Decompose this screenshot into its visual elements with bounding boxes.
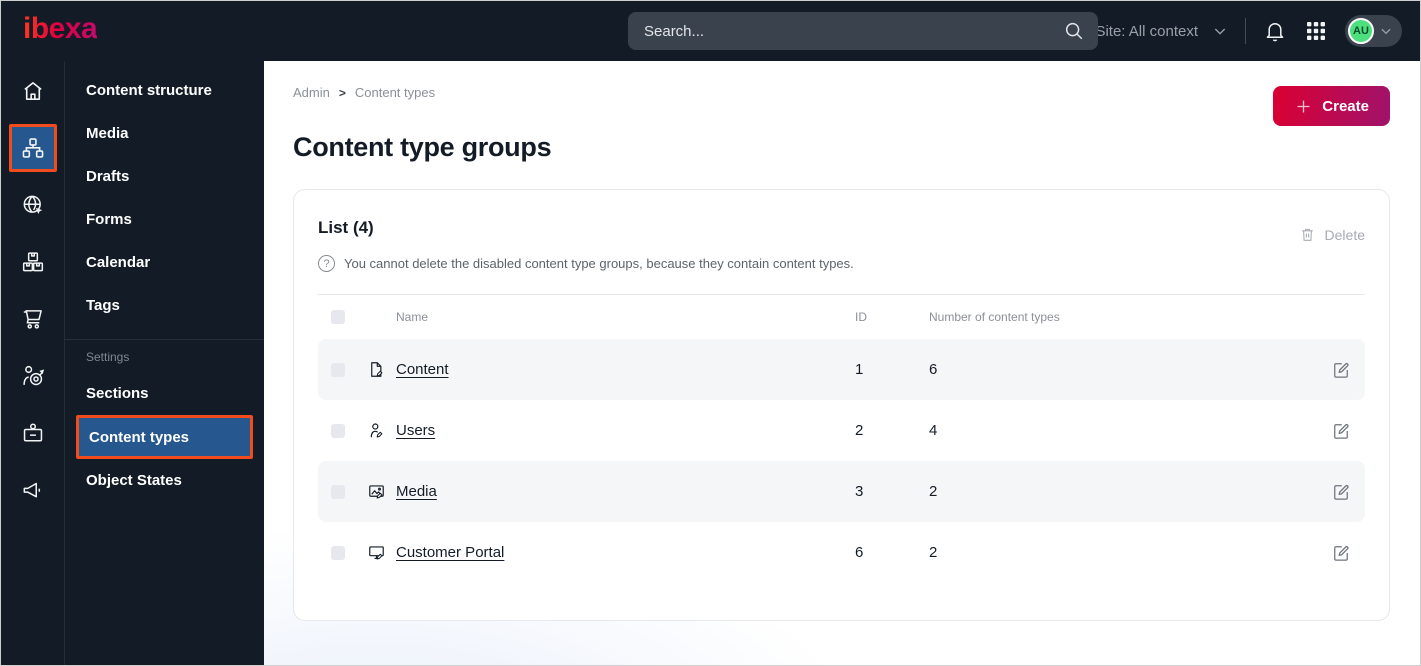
table-row-users: Users 2 4: [318, 400, 1365, 461]
customer-portal-monitor-icon: [367, 543, 386, 562]
row-checkbox[interactable]: [331, 484, 345, 499]
site-context-label: Site: All context: [1095, 22, 1198, 40]
sidebar-item-calendar[interactable]: Calendar: [65, 241, 264, 284]
sidebar-item-media[interactable]: Media: [65, 112, 264, 155]
card-header: List (4) Delete: [318, 212, 1365, 243]
breadcrumb-content-types: Content types: [354, 85, 436, 100]
chevron-down-icon: [1379, 24, 1393, 38]
row-id: 1: [855, 361, 864, 378]
globe-cursor-icon: [20, 192, 46, 218]
content-file-icon: [367, 360, 386, 379]
sitemap-icon: [20, 135, 46, 161]
search-input[interactable]: [628, 12, 1098, 50]
boxes-icon: [20, 249, 46, 275]
breadcrumb: Admin > Content types: [293, 85, 1390, 100]
trash-icon: [1301, 228, 1313, 241]
ibexa-logo[interactable]: ibexa: [23, 14, 98, 48]
row-id: 3: [855, 483, 864, 500]
shopping-cart-icon: [20, 306, 46, 332]
global-search: [628, 12, 1098, 50]
edit-button[interactable]: [1331, 360, 1351, 380]
edit-button[interactable]: [1331, 543, 1351, 563]
topbar-right-cluster: Site: All context AU: [1063, 15, 1402, 47]
sidebar-item-object-states[interactable]: Object States: [65, 459, 264, 502]
row-checkbox[interactable]: [331, 362, 345, 377]
breadcrumb-admin[interactable]: Admin: [293, 85, 330, 100]
column-id: ID: [855, 310, 867, 324]
sidebar-item-content-types[interactable]: Content types: [76, 415, 253, 459]
table-row-media: Media 3 2: [318, 461, 1365, 522]
rail-item-home[interactable]: [9, 67, 57, 115]
sidebar-item-content-structure[interactable]: Content structure: [65, 69, 264, 112]
delete-button-label: Delete: [1324, 226, 1365, 243]
row-link-users[interactable]: Users: [396, 422, 855, 439]
create-button[interactable]: Create: [1273, 86, 1390, 126]
topbar: ibexa Site: All context: [1, 1, 1420, 61]
home-icon: [20, 78, 46, 104]
select-all-checkbox[interactable]: [331, 310, 345, 324]
body-layout: Content structure Media Drafts Forms Cal…: [1, 61, 1420, 665]
edit-button[interactable]: [1331, 421, 1351, 441]
rail-item-content-structure[interactable]: [8, 124, 57, 172]
info-text: You cannot delete the disabled content t…: [344, 256, 854, 271]
sidebar-divider: [65, 339, 264, 340]
page-title: Content type groups: [293, 132, 552, 162]
row-link-media[interactable]: Media: [396, 483, 855, 500]
row-count: 2: [929, 483, 938, 500]
rail-item-marketing[interactable]: [9, 466, 57, 514]
row-checkbox[interactable]: [331, 423, 345, 438]
breadcrumb-separator: >: [338, 85, 346, 100]
table-row-customer-portal: Customer Portal 6 2: [318, 522, 1365, 583]
row-link-content[interactable]: Content: [396, 361, 855, 378]
plus-icon: [1297, 100, 1310, 112]
user-menu[interactable]: AU: [1345, 15, 1402, 47]
rail-item-admin[interactable]: [9, 409, 57, 457]
row-link-customer-portal[interactable]: Customer Portal: [396, 544, 855, 561]
users-icon: [367, 421, 386, 440]
edit-button[interactable]: [1331, 482, 1351, 502]
row-count: 6: [929, 361, 938, 378]
sidebar-item-tags[interactable]: Tags: [65, 284, 264, 327]
rail-item-commerce[interactable]: [9, 295, 57, 343]
notifications-bell-icon[interactable]: [1263, 19, 1287, 43]
content-type-groups-card: List (4) Delete ? You cannot delete the …: [293, 189, 1390, 621]
row-id: 2: [855, 422, 864, 439]
badge-icon: [20, 420, 46, 446]
table-header: Name ID Number of content types: [318, 295, 1365, 339]
sidebar-item-drafts[interactable]: Drafts: [65, 155, 264, 198]
main-content: Admin > Content types Create Content typ…: [264, 61, 1420, 665]
person-target-icon: [20, 363, 46, 389]
question-circle-icon: ?: [318, 255, 335, 272]
rail-item-personalization[interactable]: [9, 352, 57, 400]
megaphone-icon: [20, 477, 46, 503]
list-title: List (4): [318, 217, 374, 237]
search-icon[interactable]: [1063, 20, 1085, 42]
create-button-label: Create: [1322, 97, 1369, 115]
sidebar-settings-heading: Settings: [86, 350, 130, 364]
column-name: Name: [396, 310, 429, 324]
app-grid-icon[interactable]: [1304, 19, 1328, 43]
rail-item-site[interactable]: [9, 181, 57, 229]
icon-rail: [1, 61, 65, 665]
row-checkbox[interactable]: [331, 545, 345, 560]
sidebar-item-sections[interactable]: Sections: [65, 372, 264, 415]
table-row-content: Content 1 6: [318, 339, 1365, 400]
row-id: 6: [855, 544, 864, 561]
row-count: 2: [929, 544, 938, 561]
row-count: 4: [929, 422, 938, 439]
delete-button[interactable]: Delete: [1299, 226, 1365, 243]
sidebar-item-forms[interactable]: Forms: [65, 198, 264, 241]
sidebar: Content structure Media Drafts Forms Cal…: [65, 61, 264, 665]
chevron-down-icon: [1212, 23, 1228, 39]
column-count: Number of content types: [929, 310, 1060, 324]
ibexa-admin-page: ibexa Site: All context: [0, 0, 1421, 666]
media-image-icon: [367, 482, 386, 501]
avatar: AU: [1348, 18, 1374, 44]
info-row: ? You cannot delete the disabled content…: [318, 255, 1365, 272]
topbar-divider: [1245, 18, 1246, 44]
rail-item-product-catalog[interactable]: [9, 238, 57, 286]
